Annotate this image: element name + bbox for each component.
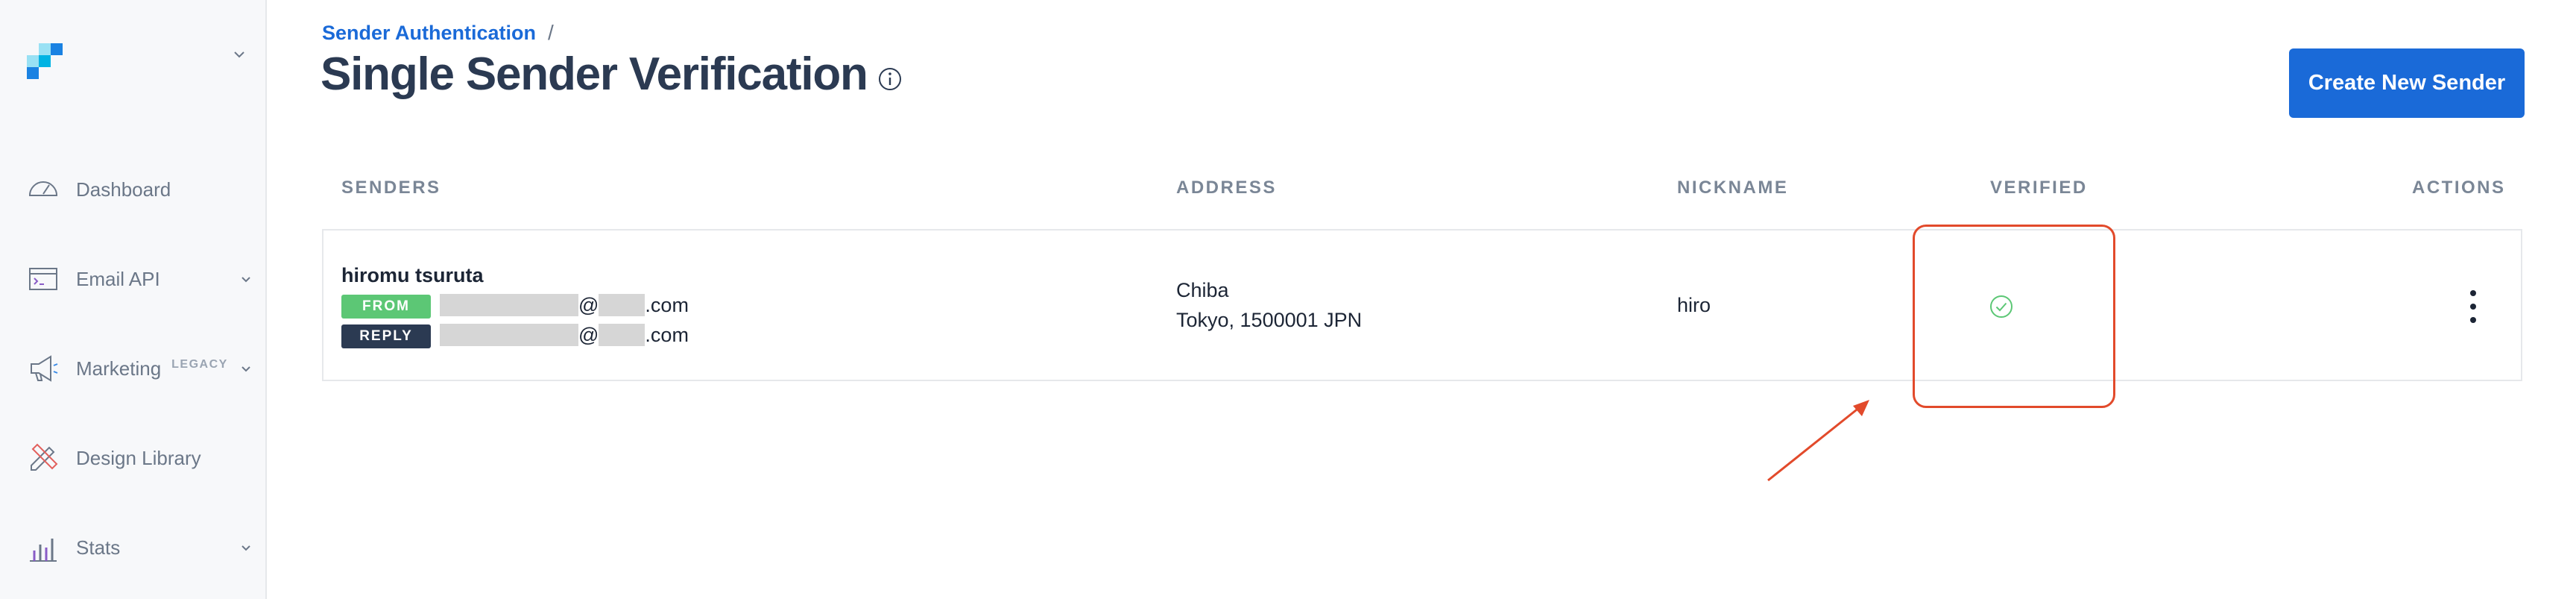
redacted-text xyxy=(599,294,645,316)
pencil-ruler-icon xyxy=(27,442,60,474)
email-tld: .com xyxy=(645,323,689,346)
sidebar-item-label: Dashboard xyxy=(76,178,171,201)
bar-chart-icon xyxy=(27,531,60,564)
breadcrumb-link-sender-authentication[interactable]: Sender Authentication xyxy=(322,22,536,45)
chevron-down-icon xyxy=(242,545,250,551)
breadcrumb-separator: / xyxy=(548,21,554,44)
chevron-down-icon xyxy=(242,277,250,283)
reply-email: @ .com xyxy=(440,322,689,348)
sendgrid-logo-icon[interactable] xyxy=(27,43,63,79)
sidebar-item-label: Marketing LEGACY xyxy=(76,357,228,380)
column-header-nickname: NICKNAME xyxy=(1677,178,1789,198)
nickname: hiro xyxy=(1677,294,1711,316)
create-new-sender-button[interactable]: Create New Sender xyxy=(2289,48,2525,118)
redacted-text xyxy=(440,294,578,316)
sidebar-item-marketing[interactable]: Marketing LEGACY xyxy=(0,342,265,395)
annotation-arrow-icon xyxy=(1767,400,1869,482)
redacted-text xyxy=(440,324,578,346)
redacted-text xyxy=(599,324,645,346)
kebab-menu-icon[interactable] xyxy=(2461,286,2485,327)
sidebar-item-dashboard[interactable]: Dashboard xyxy=(0,163,265,216)
address-line-1: Chiba xyxy=(1176,279,1229,301)
address-line-2: Tokyo, 1500001 JPN xyxy=(1176,309,1363,331)
gauge-icon xyxy=(27,173,60,206)
chevron-down-icon xyxy=(242,366,250,372)
page-title-wrap: Single Sender Verification xyxy=(321,48,903,101)
reply-tag: REPLY xyxy=(341,324,431,348)
breadcrumb: Sender Authentication / xyxy=(322,21,554,45)
legacy-badge: LEGACY xyxy=(171,357,228,371)
from-tag: FROM xyxy=(341,295,431,319)
email-tld: .com xyxy=(645,293,689,316)
sidebar-item-label: Stats xyxy=(76,536,121,559)
sidebar-item-stats[interactable]: Stats xyxy=(0,521,265,574)
sidebar: Dashboard Email API Marketing LEGACY Des… xyxy=(0,0,267,599)
annotation-highlight-box xyxy=(1913,225,2115,408)
sidebar-item-label: Design Library xyxy=(76,446,201,469)
column-header-address: ADDRESS xyxy=(1176,178,1277,198)
code-window-icon xyxy=(27,263,60,295)
info-icon[interactable] xyxy=(877,66,903,92)
column-header-senders: SENDERS xyxy=(341,178,441,198)
email-at: @ xyxy=(578,323,599,346)
sidebar-item-label: Email API xyxy=(76,267,160,290)
email-at: @ xyxy=(578,293,599,316)
megaphone-icon xyxy=(27,352,60,385)
sidebar-item-label-text: Marketing xyxy=(76,357,162,380)
chevron-down-icon[interactable] xyxy=(231,46,247,63)
page-title: Single Sender Verification xyxy=(321,48,868,100)
column-header-actions: ACTIONS xyxy=(2412,178,2506,198)
sidebar-item-email-api[interactable]: Email API xyxy=(0,253,265,305)
sender-name: hiromu tsuruta xyxy=(341,264,484,286)
column-header-verified: VERIFIED xyxy=(1990,178,2088,198)
sidebar-item-design-library[interactable]: Design Library xyxy=(0,432,265,484)
from-email: @ .com xyxy=(440,292,689,318)
